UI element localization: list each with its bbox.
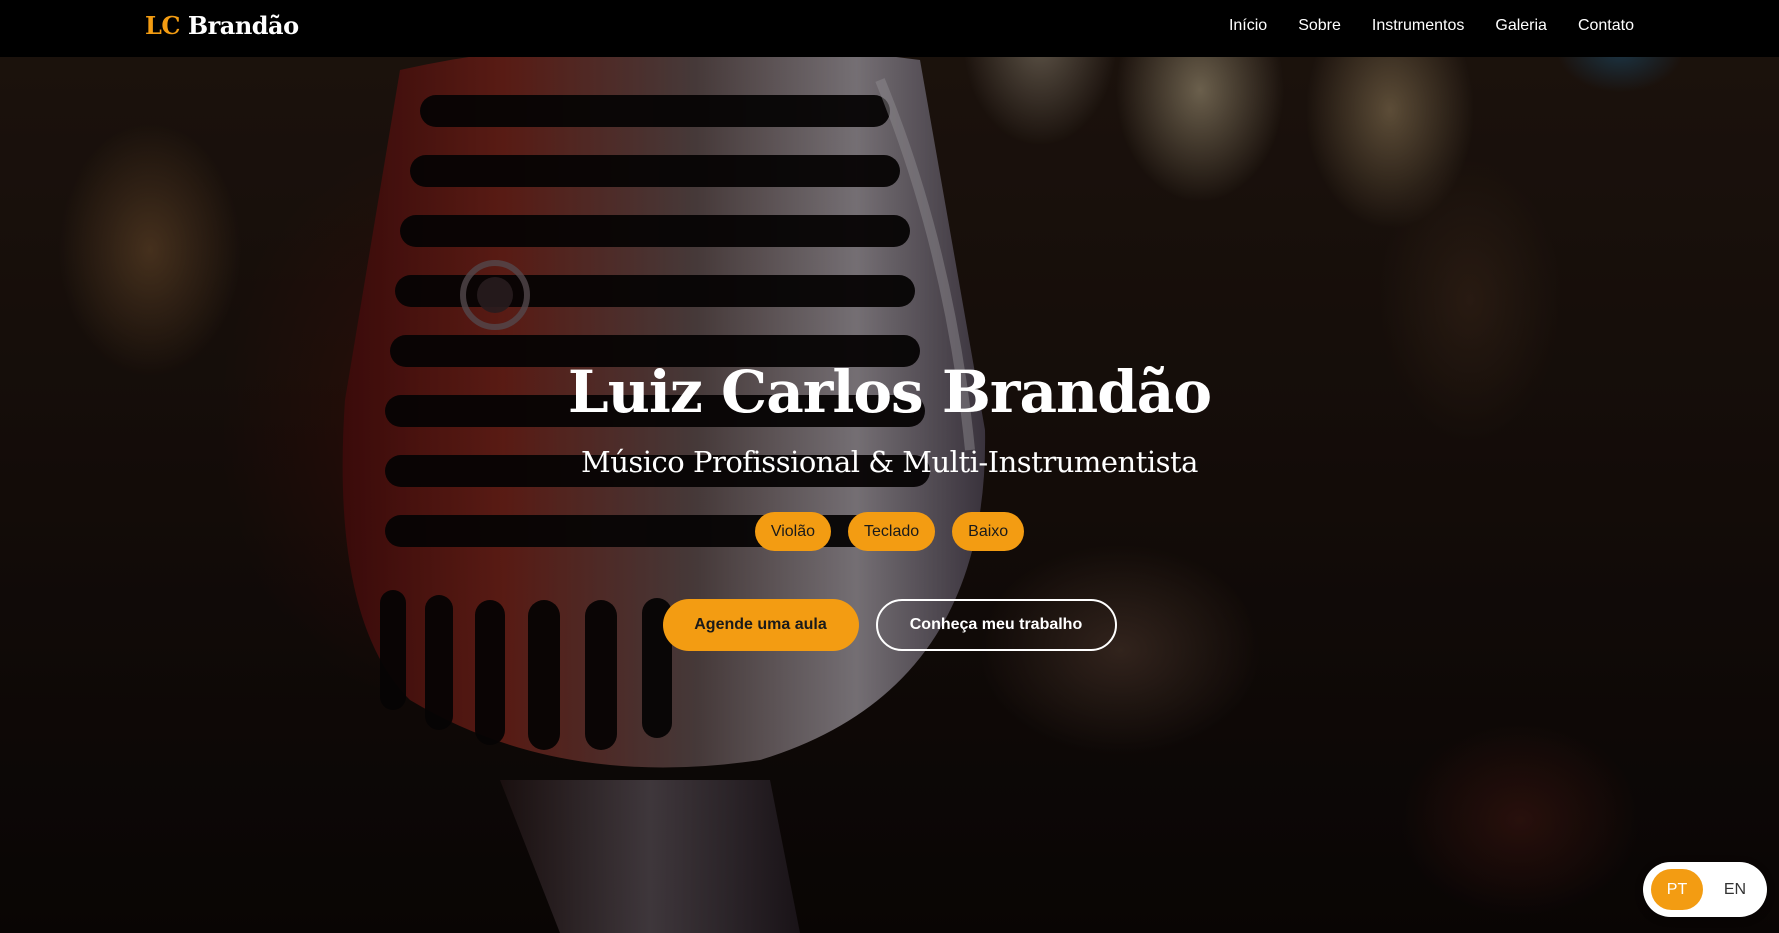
brand-logo[interactable]: LC Brandão [145,10,299,42]
tag-baixo: Baixo [952,512,1025,551]
hero-title: Luiz Carlos Brandão [567,358,1212,426]
brand-prefix: LC [145,11,180,40]
hero-subtitle: Músico Profissional & Multi-Instrumentis… [581,445,1198,479]
tag-violao: Violão [754,512,831,551]
nav-item-sobre[interactable]: Sobre [1298,17,1341,35]
see-my-work-button[interactable]: Conheça meu trabalho [875,599,1117,651]
hero-cta-group: Agende uma aula Conheça meu trabalho [0,599,1779,651]
brand-name: Brandão [187,11,299,40]
nav-item-instrumentos[interactable]: Instrumentos [1372,17,1464,35]
nav-item-galeria[interactable]: Galeria [1495,17,1547,35]
language-option-en[interactable]: EN [1709,869,1761,910]
language-option-pt[interactable]: PT [1651,869,1703,910]
nav-item-contato[interactable]: Contato [1578,17,1634,35]
schedule-lesson-button[interactable]: Agende uma aula [662,599,859,651]
navbar: LC Brandão Início Sobre Instrumentos Gal… [0,0,1779,57]
main-nav: Início Sobre Instrumentos Galeria Contat… [1229,0,1634,51]
instrument-tags: Violão Teclado Baixo [0,512,1779,551]
nav-item-inicio[interactable]: Início [1229,17,1267,35]
tag-teclado: Teclado [848,512,936,551]
language-switch: PT EN [1643,862,1767,917]
